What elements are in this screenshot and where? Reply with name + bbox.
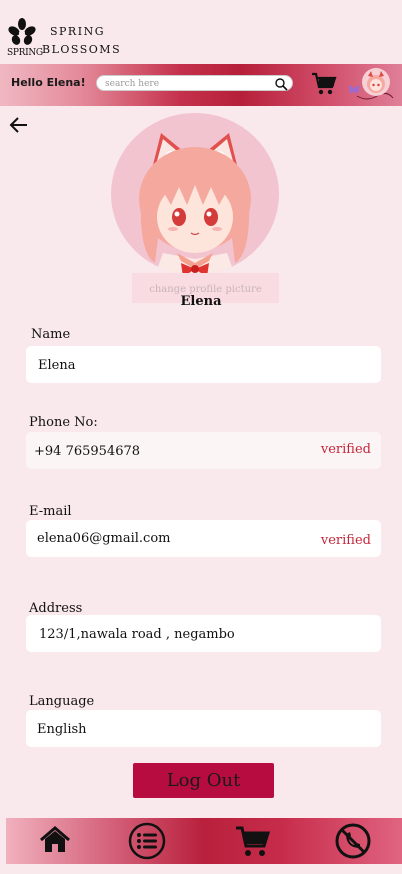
search-box[interactable] [96, 75, 293, 91]
logo-mark-text: SPRING [7, 48, 43, 58]
logout-button[interactable]: Log Out [133, 763, 274, 798]
phone-verified-badge: verified [320, 442, 371, 457]
language-input[interactable] [37, 719, 307, 739]
phone-icon[interactable] [334, 822, 372, 860]
search-input[interactable] [105, 77, 265, 90]
email-verified-badge: verified [320, 533, 371, 548]
language-label: Language [29, 694, 95, 709]
phone-field[interactable]: verified [26, 432, 381, 469]
flower-logo-icon: SPRING [6, 18, 43, 62]
email-input[interactable] [37, 528, 307, 548]
avatar[interactable] [362, 68, 390, 96]
bottom-nav [6, 818, 402, 864]
language-field[interactable] [26, 710, 381, 747]
cart-icon[interactable] [311, 72, 337, 96]
top-bar: Hello Elena! [0, 64, 402, 106]
phone-label: Phone No: [29, 415, 98, 430]
phone-input[interactable] [34, 441, 304, 461]
brand-logo[interactable]: SPRING SPRING BLOSSOMS [6, 18, 120, 62]
profile-name: Elena [180, 294, 222, 309]
email-field[interactable]: verified [26, 520, 381, 557]
name-label: Name [31, 327, 71, 342]
address-field[interactable] [26, 615, 381, 652]
home-icon[interactable] [36, 822, 74, 860]
search-icon[interactable] [274, 77, 288, 91]
profile-picture[interactable] [111, 113, 279, 275]
menu-list-icon[interactable] [128, 822, 166, 860]
brand-name-line2: BLOSSOMS [42, 43, 122, 56]
email-label: E-mail [29, 504, 72, 519]
address-label: Address [29, 601, 83, 616]
address-input[interactable] [39, 624, 309, 644]
back-arrow-icon[interactable] [8, 114, 30, 136]
brand-name-line1: SPRING [50, 25, 105, 38]
name-field[interactable] [26, 346, 381, 383]
greeting-text: Hello Elena! [11, 76, 86, 89]
cart-icon[interactable] [234, 822, 272, 860]
name-input[interactable] [38, 355, 308, 375]
